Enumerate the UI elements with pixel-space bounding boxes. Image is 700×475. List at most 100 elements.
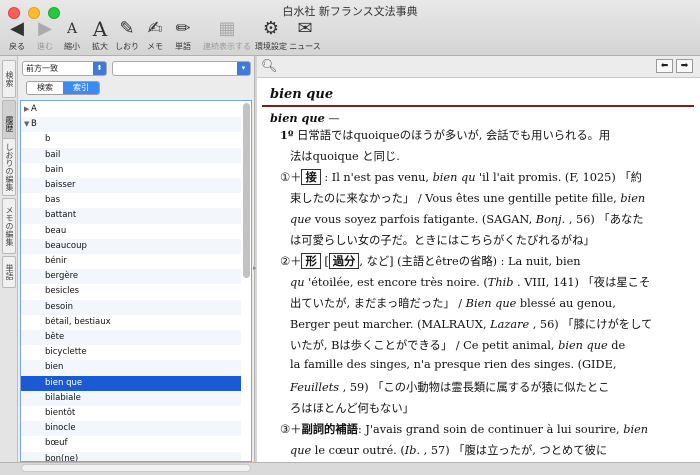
list-scrollbar[interactable] (243, 103, 250, 278)
index-row[interactable]: bergère (21, 269, 241, 285)
index-row[interactable]: bête (21, 330, 241, 346)
index-row[interactable]: bétail, bestiaux (21, 315, 241, 330)
part-of-speech-tag: 形 (301, 253, 321, 269)
index-row-label: bilabiale (45, 392, 81, 403)
entry-text: ①＋ (280, 171, 302, 184)
tab-word[interactable]: 単語 (2, 256, 16, 288)
entry-text: qu (290, 276, 305, 289)
entry-line: 出ていたが, まだまっ暗だった」 / Bien que blessé au ge… (290, 295, 616, 311)
index-row[interactable]: bénir (21, 254, 241, 269)
continuous-display-button[interactable]: ▦ 連続表示する (199, 18, 255, 52)
disclosure-open-icon[interactable]: ▼ (24, 117, 29, 132)
index-row[interactable]: bien (21, 360, 241, 376)
tab-bookmark-edit[interactable]: しおりの編集 (2, 138, 16, 196)
index-row[interactable]: bas (21, 193, 241, 208)
entry-text: bien (620, 192, 646, 205)
entry-line: qu 'étoilée, est encore très noire. (Thi… (290, 274, 650, 290)
news-button[interactable]: ✉ ニュース (285, 18, 325, 52)
entry-text: bien que (558, 339, 608, 352)
entry-text: 'étoilée, est encore très noire. ( (304, 276, 488, 289)
segment-search[interactable]: 検索 (27, 82, 63, 94)
entry-text: . VIII, 141) 「夜は星こそ (513, 276, 651, 289)
tab-search[interactable]: 検索 (2, 60, 16, 98)
index-row[interactable]: b (21, 132, 241, 147)
index-row[interactable]: baisser (21, 178, 241, 194)
entry-text: — (324, 112, 340, 125)
entry-line: ろはほとんど何もない」 (290, 400, 414, 416)
entry-line: ②＋形 [過分, など] (主語とêtreの省略) : La nuit, bie… (280, 253, 581, 269)
index-panel: 前方一致 ⬍ ▾ 検索 索引 bougerbon marchébon(ne)bœ… (18, 56, 254, 462)
index-row-label: bien (45, 362, 64, 373)
index-row[interactable]: besicles (21, 284, 241, 299)
index-row-label: B (31, 119, 37, 130)
index-row-label: battant (45, 210, 77, 221)
index-row[interactable]: bain (21, 163, 241, 178)
prev-entry-button[interactable]: ⬅ (656, 59, 673, 73)
index-row-label: bientôt (45, 408, 76, 418)
entry-text: 'il l'ait promis. (F, 1025) 「約 (475, 171, 642, 184)
index-row[interactable]: bœuf (21, 436, 241, 451)
notebook-icon: ✏ (175, 18, 191, 39)
entry-text: Ib. (404, 444, 421, 457)
index-row[interactable]: bien que (21, 375, 241, 391)
entry-text: , 56) 「膝にけがをして (529, 318, 653, 331)
entry-line: que le cœur outré. (Ib. , 57) 「腹は立ったが, つ… (290, 442, 607, 458)
index-row-label: besoin (45, 301, 74, 312)
index-row-label: bon(ne) (45, 453, 79, 462)
index-row[interactable]: binocle (21, 421, 241, 437)
entry-text: vous soyez parfois fatigante. (SAGAN, (311, 213, 536, 226)
index-row[interactable]: beaucoup (21, 238, 241, 254)
index-row[interactable]: bon(ne) (21, 451, 241, 462)
entry-toolbar: 🔍︎ ⬅ ➡ (257, 56, 700, 78)
index-row[interactable]: bientôt (21, 406, 241, 421)
entry-line: ①＋接 : Il n'est pas venu, bien qu 'il l'a… (280, 169, 642, 185)
index-row[interactable]: bilabiale (21, 390, 241, 406)
tab-memo-edit[interactable]: メモの編集 (2, 198, 16, 254)
index-row[interactable]: battant (21, 208, 241, 224)
entry-text: 束したのに来なかった」 / Vous êtes une gentille pet… (290, 192, 621, 205)
entry-line: la famille des singes, n'a presque rien … (290, 358, 616, 371)
part-of-speech-tag: 過分 (328, 253, 360, 269)
horizontal-scrollbar[interactable] (21, 464, 251, 472)
search-input[interactable]: ▾ (112, 61, 251, 76)
index-row[interactable]: beau (21, 224, 241, 239)
index-row-label: b (45, 134, 51, 145)
entry-text: que (290, 213, 312, 226)
entry-text: は可愛らしい女の子だ。ときにはこちらがくたびれるがね」 (290, 234, 595, 247)
index-row-label: baisser (45, 180, 76, 190)
entry-text: Feuillets (290, 381, 340, 394)
match-mode-select[interactable]: 前方一致 ⬍ (22, 61, 107, 76)
index-row[interactable]: bicyclette (21, 345, 241, 360)
entry-text: de (607, 339, 626, 352)
mailbox-icon: ✉ (297, 18, 313, 39)
index-row-label: bénir (45, 256, 67, 266)
index-row[interactable]: bail (21, 147, 241, 163)
index-row-label: binocle (45, 423, 76, 434)
entry-text: : J'avais grand soin de continuer à lui … (357, 423, 624, 436)
entry-line: いたが, Bは歩くことができる」 / Ce petit animal, bien… (290, 337, 625, 353)
index-group-row[interactable]: ▶ A (21, 102, 241, 117)
entry-line: 束したのに来なかった」 / Vous êtes une gentille pet… (290, 190, 645, 206)
index-row[interactable]: besoin (21, 299, 241, 315)
entry-text: ③＋ (280, 423, 302, 436)
entry-headword: bien que (270, 87, 334, 102)
entry-panel: 🔍︎ ⬅ ➡ bien que bien que — 1º 日常語ではquoiqu… (257, 56, 700, 462)
entry-text: , など] (主語とêtreの省略) : La nuit, (359, 255, 556, 268)
entry-text: 日常語ではquoiqueのほうが多いが, 会話でも用いられる。用 (293, 129, 611, 142)
index-group-row[interactable]: ▼ B (21, 117, 241, 133)
entry-text: Bonj. (535, 213, 566, 226)
word-button[interactable]: ✏ 単語 (163, 18, 203, 52)
chevron-updown-icon: ⬍ (93, 62, 106, 75)
splitter-grip-icon[interactable]: ▸ (253, 264, 257, 272)
next-entry-button[interactable]: ➡ (676, 59, 693, 73)
entry-text: bien (555, 255, 581, 268)
entry-text: : Il n'est pas venu, (320, 171, 433, 184)
index-row-label: bien que (45, 377, 83, 388)
entry-text: Bien que (465, 297, 517, 310)
magnifier-icon[interactable]: 🔍︎ (261, 59, 278, 74)
index-row-label: besicles (45, 286, 80, 297)
segment-index[interactable]: 索引 (63, 82, 99, 94)
entry-line: 法はquoique と同じ. (290, 148, 400, 164)
entry-line: ③＋副詞的補語: J'avais grand soin de continuer… (280, 421, 648, 437)
disclosure-closed-icon[interactable]: ▶ (24, 102, 29, 117)
